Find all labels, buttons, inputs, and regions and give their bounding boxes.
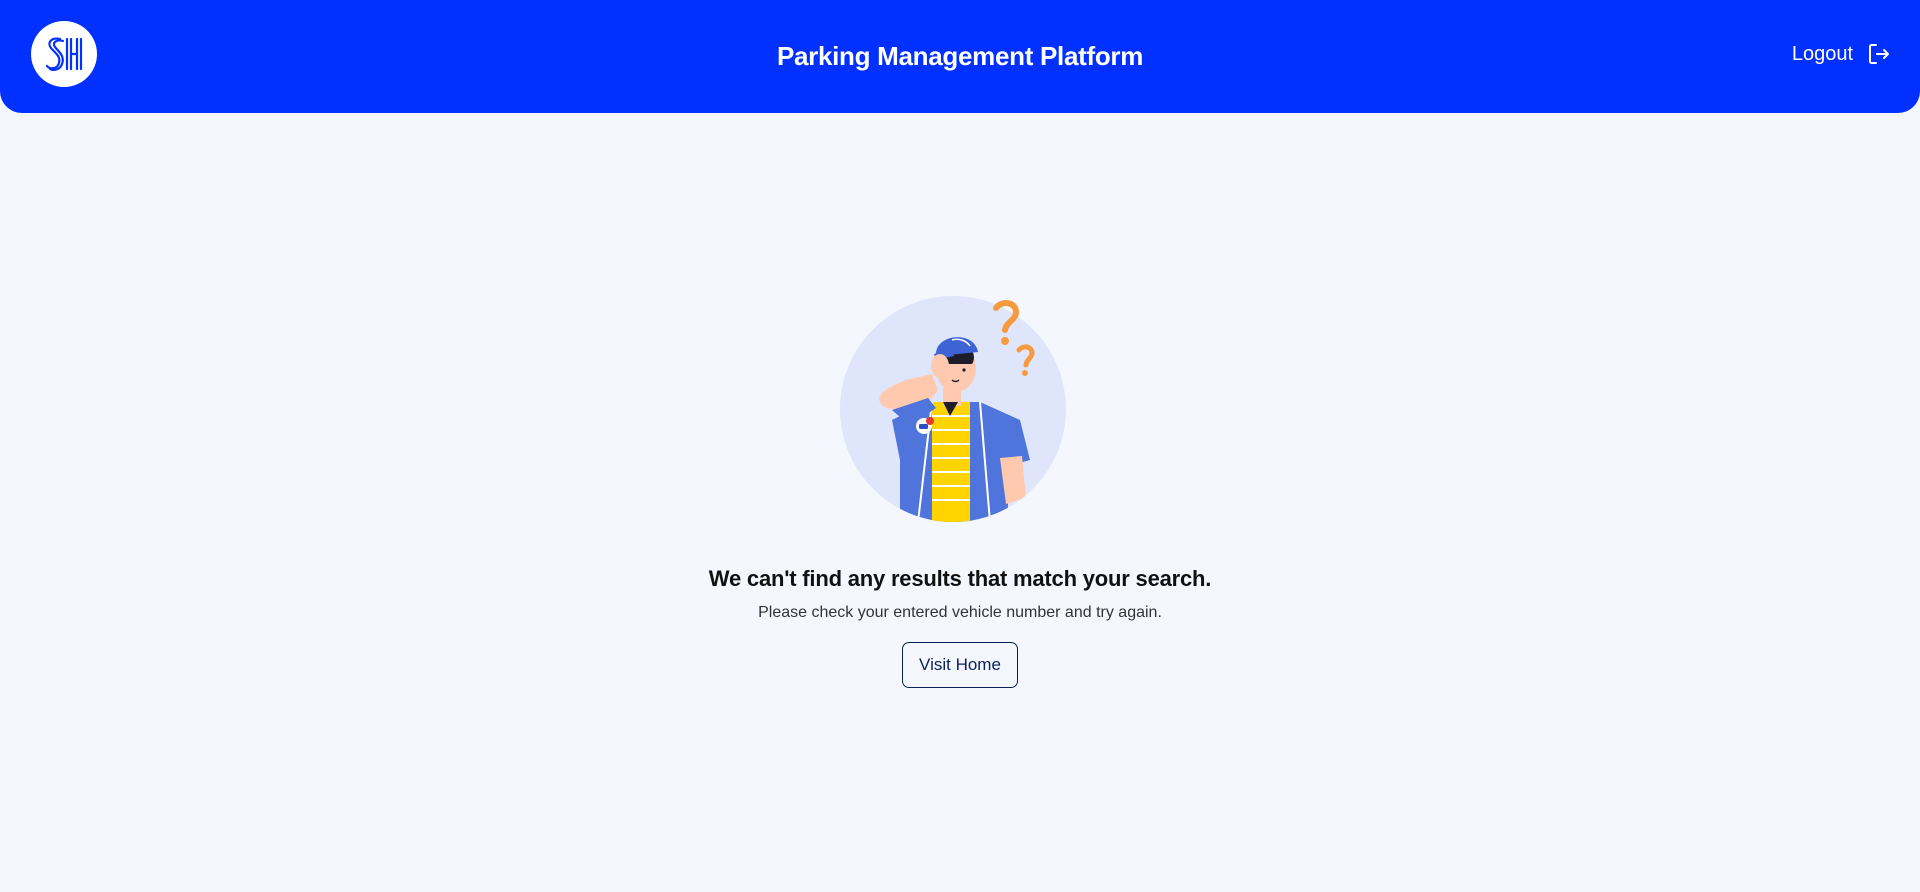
top-header: Parking Management Platform Logout bbox=[0, 0, 1920, 113]
sm-logo[interactable] bbox=[31, 21, 97, 87]
logout-label: Logout bbox=[1791, 42, 1853, 65]
visit-home-button[interactable]: Visit Home bbox=[902, 642, 1018, 688]
empty-state: We can't find any results that match you… bbox=[0, 290, 1920, 688]
logout-icon bbox=[1869, 44, 1889, 64]
confused-attendant-illustration bbox=[840, 296, 1066, 522]
empty-state-headline: We can't find any results that match you… bbox=[708, 566, 1212, 591]
logout-button[interactable]: Logout bbox=[1792, 42, 1891, 66]
sm-logo-mark bbox=[45, 37, 83, 72]
empty-state-message: Please check your entered vehicle number… bbox=[758, 604, 1162, 621]
app-title: Parking Management Platform bbox=[776, 41, 1144, 71]
